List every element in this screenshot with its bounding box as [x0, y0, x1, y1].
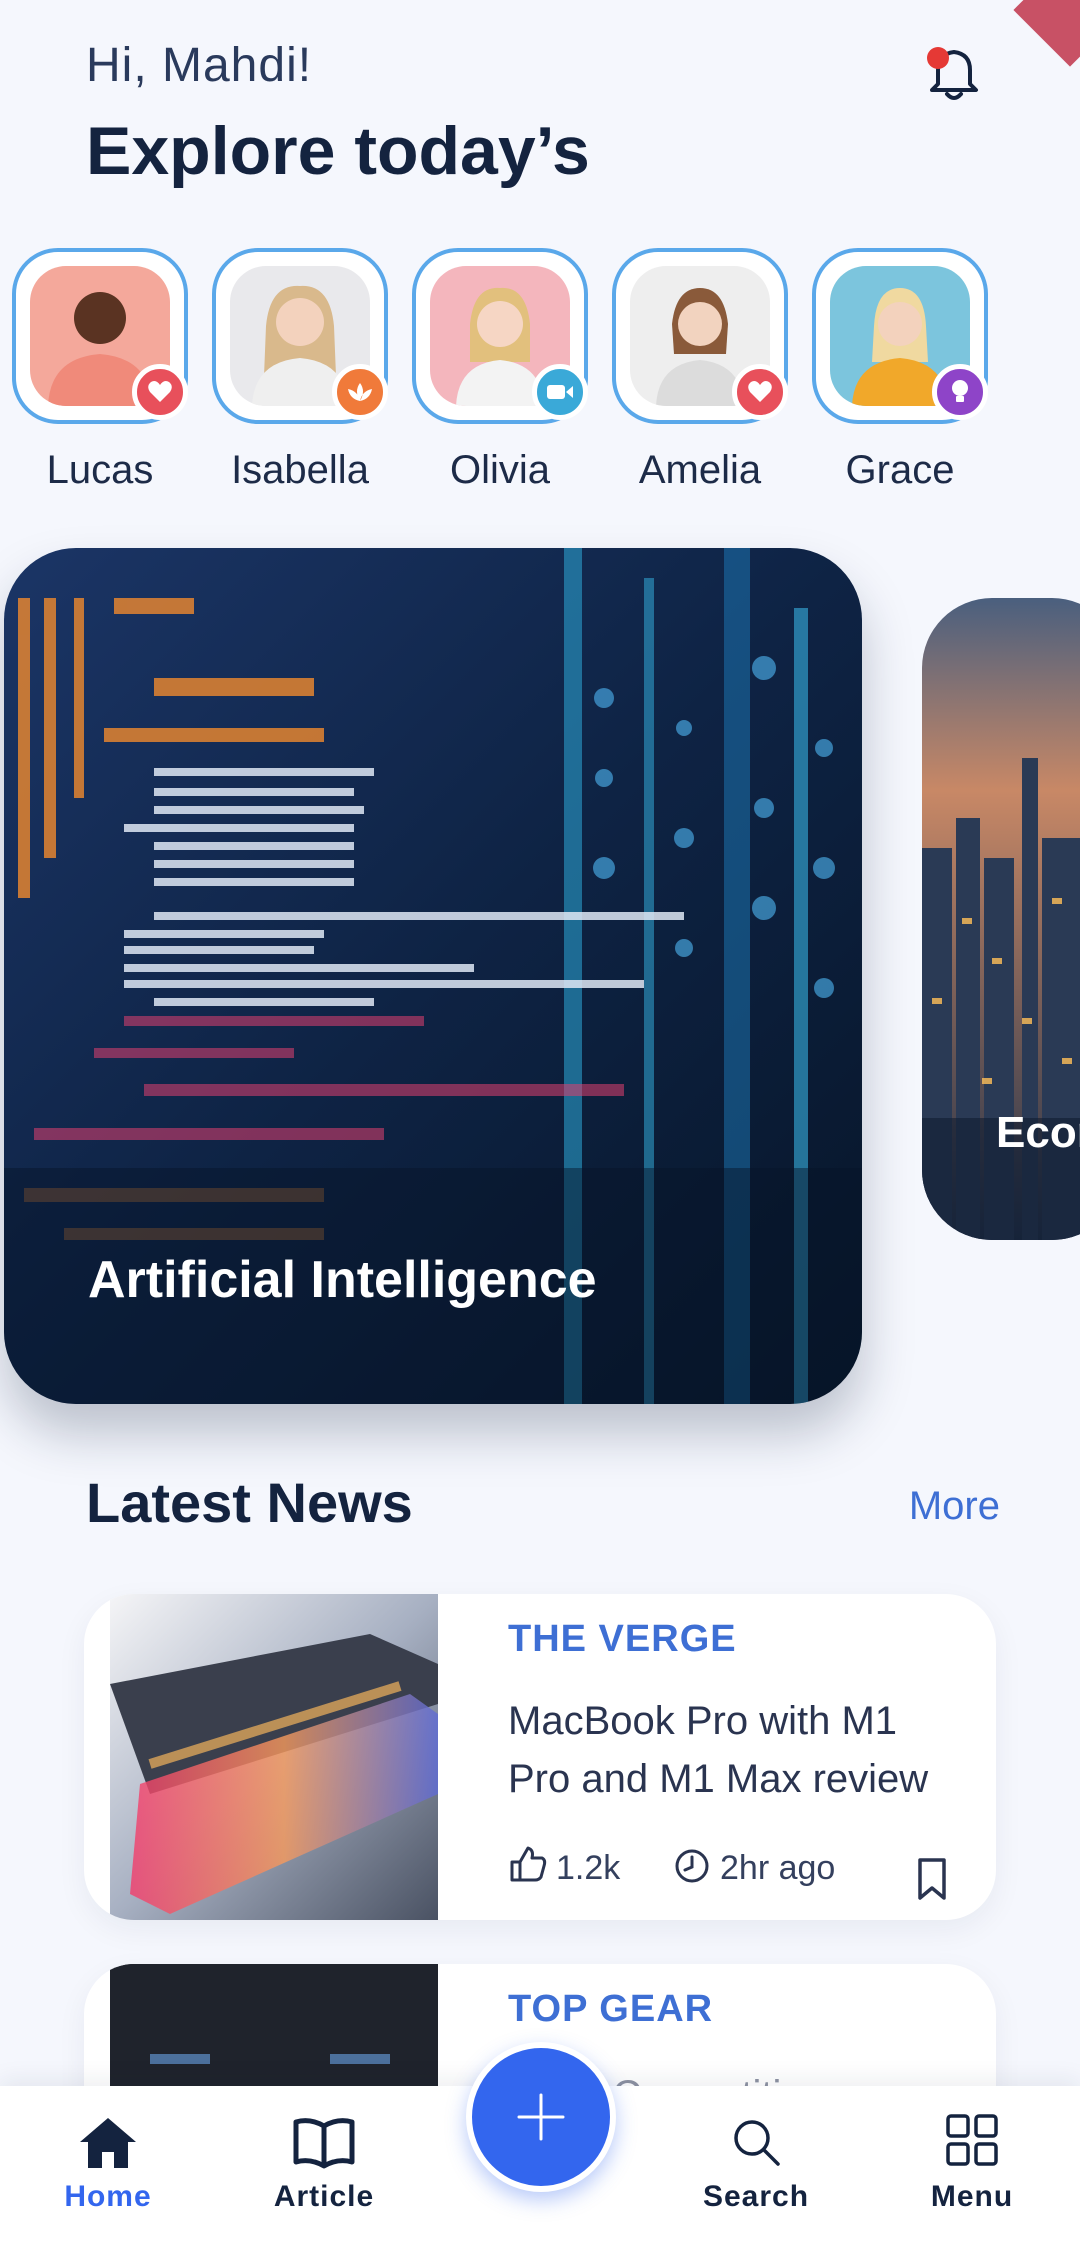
- nav-search[interactable]: Search: [676, 2114, 836, 2214]
- nav-menu[interactable]: Menu: [892, 2114, 1052, 2214]
- bulb-icon: [932, 364, 988, 420]
- featured-card-ai[interactable]: Artificial Intelligence: [4, 548, 862, 1404]
- nav-label: Article: [273, 2180, 375, 2213]
- video-icon: [532, 364, 588, 420]
- heart-icon: [132, 364, 188, 420]
- nav-label: Search: [702, 2180, 810, 2213]
- heart-icon: [732, 364, 788, 420]
- greeting: Hi, Mahdi!: [86, 39, 313, 92]
- story-name: Olivia: [449, 448, 551, 492]
- nav-article[interactable]: Article: [244, 2114, 404, 2214]
- bookmark-icon[interactable]: [914, 1856, 950, 1902]
- nav-home[interactable]: Home: [28, 2114, 188, 2214]
- story-name: Lucas: [46, 448, 154, 492]
- lotus-icon: [332, 364, 388, 420]
- news-source: TOP GEAR: [508, 1988, 714, 2030]
- like-count[interactable]: 1.2k: [508, 1844, 620, 1893]
- story-lucas[interactable]: Lucas: [8, 248, 188, 508]
- section-title: Latest News: [86, 1471, 413, 1534]
- story-name: Amelia: [638, 448, 762, 492]
- plus-icon: [517, 2093, 565, 2141]
- more-link[interactable]: More: [909, 1484, 1000, 1529]
- news-title: MacBook Pro with M1 Pro and M1 Max revie…: [508, 1699, 929, 1801]
- corner-ribbon: [1013, 0, 1080, 67]
- news-thumbnail: [110, 1594, 438, 1920]
- story-grace[interactable]: Grace: [808, 248, 988, 508]
- story-isabella[interactable]: Isabella: [208, 248, 388, 508]
- page-title: Explore today’s: [86, 113, 590, 189]
- featured-label: Artificial Intelligence: [88, 1251, 597, 1309]
- home-icon: [80, 2118, 136, 2168]
- likes-value: 1.2k: [556, 1849, 621, 1887]
- book-icon: [293, 2118, 355, 2169]
- stories-row: Lucas Isabella Olivia Amelia Grace: [0, 248, 1080, 508]
- story-amelia[interactable]: Amelia: [608, 248, 788, 508]
- nav-label: Menu: [930, 2180, 1014, 2213]
- grid-icon: [946, 2114, 998, 2166]
- post-time: 2hr ago: [672, 1844, 835, 1893]
- featured-card-econ[interactable]: Econ: [922, 598, 1080, 1240]
- notification-bell-icon[interactable]: [918, 38, 988, 108]
- add-button[interactable]: [466, 2042, 616, 2192]
- story-name: Grace: [845, 448, 955, 492]
- story-name: Isabella: [231, 448, 369, 492]
- clock-icon: [672, 1844, 712, 1893]
- search-icon: [734, 2120, 780, 2166]
- story-olivia[interactable]: Olivia: [408, 248, 588, 508]
- news-source: THE VERGE: [508, 1618, 737, 1660]
- featured-label: Econ: [996, 1108, 1080, 1157]
- thumbs-up-icon: [508, 1844, 548, 1893]
- notification-dot: [927, 47, 949, 69]
- nav-label: Home: [64, 2180, 152, 2213]
- news-card[interactable]: THE VERGE MacBook Pro with M1 Pro and M1…: [84, 1594, 996, 1920]
- time-value: 2hr ago: [720, 1849, 836, 1887]
